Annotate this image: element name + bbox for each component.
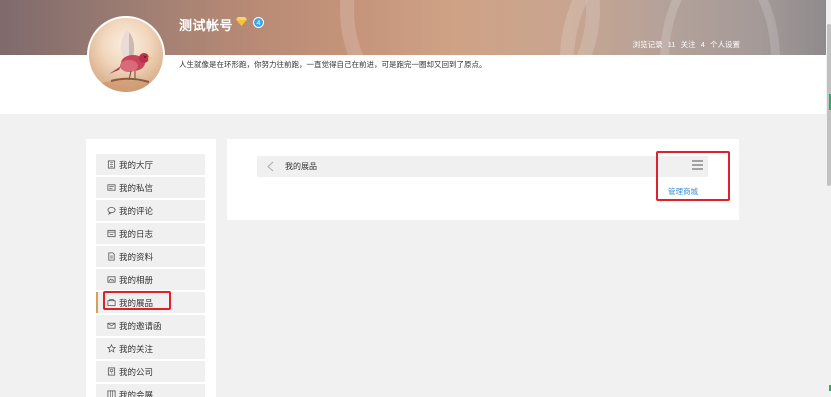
breadcrumb: 我的展品 — [257, 156, 708, 177]
sidebar: 我的大厅 我的私信 我的评论 我的日志 我的资料 我的相册 我的展品 我的邀请函… — [86, 139, 216, 397]
avatar[interactable] — [87, 16, 165, 94]
sidebar-item-journal[interactable]: 我的日志 — [96, 223, 205, 244]
sidebar-item-label: 我的私信 — [119, 183, 154, 194]
views-count: 11 — [667, 40, 676, 49]
star-icon — [106, 344, 116, 354]
page-scrollbar[interactable] — [826, 0, 831, 397]
user-bio: 人生就像是在环形跑，你努力往前跑，一直觉得自己在前进，可是跑完一圈却又回到了原点… — [179, 60, 487, 69]
highlight-box-menu — [656, 151, 730, 201]
personal-settings-link[interactable]: 个人设置 — [710, 40, 740, 49]
sidebar-item-exhibitions[interactable]: 我的会展 — [96, 384, 205, 397]
page-title: 我的展品 — [285, 162, 317, 171]
comment-icon — [106, 206, 116, 216]
grid-icon — [106, 390, 116, 397]
journal-icon — [106, 229, 116, 239]
sidebar-item-following[interactable]: 我的关注 — [96, 338, 205, 359]
highlight-box-exhibits — [103, 291, 171, 310]
sidebar-item-company[interactable]: 我的公司 — [96, 361, 205, 382]
envelope-icon — [106, 321, 116, 331]
sidebar-item-hall[interactable]: 我的大厅 — [96, 154, 205, 175]
views-label[interactable]: 浏览记录 — [633, 40, 663, 49]
sidebar-item-label: 我的关注 — [119, 344, 154, 355]
chevron-left-icon[interactable] — [265, 160, 277, 173]
sidebar-item-label: 我的会展 — [119, 390, 154, 397]
message-icon — [106, 183, 116, 193]
sidebar-item-label: 我的资料 — [119, 252, 154, 263]
sidebar-item-profile[interactable]: 我的资料 — [96, 246, 205, 267]
company-icon — [106, 367, 116, 377]
sidebar-item-label: 我的大厅 — [119, 160, 154, 171]
sidebar-item-comments[interactable]: 我的评论 — [96, 200, 205, 221]
user-name: 测试帐号 — [179, 19, 234, 34]
sidebar-item-album[interactable]: 我的相册 — [96, 269, 205, 290]
level-badge: 4 — [253, 17, 264, 28]
profile-stats: 浏览记录 11 关注 4 个人设置 — [630, 39, 740, 50]
sidebar-item-invitations[interactable]: 我的邀请函 — [96, 315, 205, 336]
follow-count: 4 — [700, 40, 705, 49]
building-icon — [106, 160, 116, 170]
sidebar-item-label: 我的日志 — [119, 229, 154, 240]
sidebar-item-label: 我的相册 — [119, 275, 154, 286]
profile-doc-icon — [106, 252, 116, 262]
sidebar-item-label: 我的公司 — [119, 367, 154, 378]
follow-label[interactable]: 关注 — [681, 40, 696, 49]
sidebar-item-label: 我的邀请函 — [119, 321, 162, 332]
sidebar-item-messages[interactable]: 我的私信 — [96, 177, 205, 198]
sidebar-item-label: 我的评论 — [119, 206, 154, 217]
photo-album-icon — [106, 275, 116, 285]
vip-diamond-icon — [236, 17, 247, 26]
